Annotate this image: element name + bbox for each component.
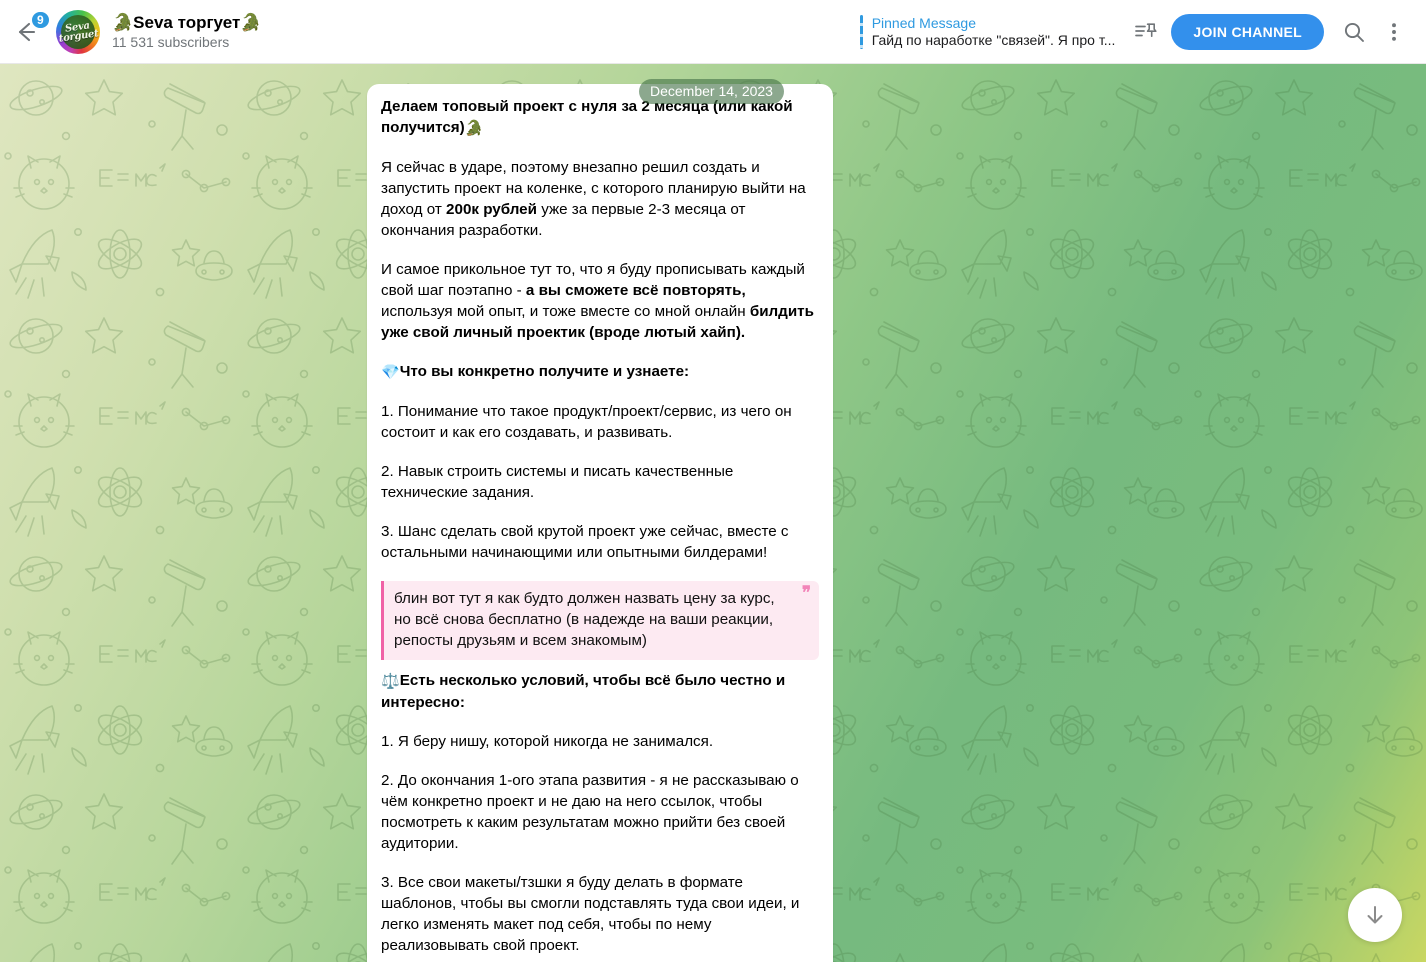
subscriber-count: 11 531 subscribers: [112, 33, 230, 50]
avatar-initials: Seva torguet: [56, 10, 100, 54]
page-title: 🐊Seva торгует🐊: [112, 12, 262, 32]
pinned-message-label: Pinned Message: [871, 14, 976, 31]
benefit-item-2: 2. Навык строить системы и писать качест…: [381, 463, 734, 501]
message-container: December 14, 2023 Делаем топовый проект …: [367, 79, 833, 962]
blockquote[interactable]: ❞ блин вот тут я как будто должен назват…: [381, 581, 819, 660]
unread-count-badge: 9: [30, 9, 51, 30]
search-button[interactable]: [1334, 12, 1374, 52]
conditions-heading: ⚖️Есть несколько условий, чтобы всё было…: [381, 670, 819, 713]
more-vertical-icon: [1392, 22, 1396, 41]
benefits-heading-text: Что вы конкретно получите и узнаете:: [399, 363, 690, 380]
pinned-messages-button[interactable]: [1125, 12, 1165, 52]
scroll-to-bottom-button[interactable]: [1348, 888, 1402, 942]
arrow-down-icon: [1367, 906, 1383, 924]
condition-item-3: 3. Все свои макеты/тзшки я буду делать в…: [381, 874, 800, 954]
condition-item-2: 2. До окончания 1-ого этапа развития - я…: [381, 772, 799, 852]
benefit-item-1: 1. Понимание что такое продукт/проект/се…: [381, 403, 792, 441]
conditions-heading-text: Есть несколько условий, чтобы всё было ч…: [381, 672, 786, 711]
para2-part-b: используя мой опыт, и тоже вместе со мно…: [381, 303, 750, 320]
pinned-messages-icon: [1135, 22, 1157, 37]
crocodile-icon: 🐊: [464, 119, 484, 137]
date-separator-badge: December 14, 2023: [639, 79, 784, 104]
search-icon: [1344, 22, 1364, 42]
pinned-texts: Pinned Message Гайд по наработке "связей…: [872, 15, 1116, 49]
para2-bold-1: а вы сможете всё повторять,: [525, 282, 746, 299]
blockquote-text: блин вот тут я как будто должен назвать …: [394, 590, 775, 649]
diamond-icon: 💎: [381, 363, 400, 381]
balance-scale-icon: ⚖️: [381, 672, 400, 690]
benefit-item-3: 3. Шанс сделать свой крутой проект уже с…: [381, 523, 789, 561]
pinned-indicator-bar: [859, 14, 863, 49]
pinned-message-preview: Гайд по наработке "связей". Я про т...: [871, 31, 1116, 48]
message-paragraph-2: И самое прикольное тут то, что я буду пр…: [381, 259, 819, 343]
join-channel-button[interactable]: JOIN CHANNEL: [1171, 13, 1324, 50]
chat-scroll-area[interactable]: December 14, 2023 Делаем топовый проект …: [0, 64, 1426, 962]
more-options-button[interactable]: [1374, 12, 1414, 52]
channel-info[interactable]: 🐊Seva торгует🐊 11 531 subscribers: [112, 13, 262, 51]
condition-item-1: 1. Я беру нишу, которой никогда не заним…: [381, 733, 714, 750]
pinned-message-banner[interactable]: Pinned Message Гайд по наработке "связей…: [859, 10, 1116, 54]
chat-header: 9 Seva torguet 🐊Seva торгует🐊 11 531 sub…: [0, 0, 1426, 64]
message-paragraph-1: Я сейчас в ударе, поэтому внезапно решил…: [381, 157, 819, 241]
quote-mark-icon: ❞: [801, 583, 811, 602]
benefits-heading: 💎Что вы конкретно получите и узнаете:: [381, 361, 819, 383]
telegram-channel-view: 9 Seva torguet 🐊Seva торгует🐊 11 531 sub…: [0, 0, 1426, 962]
back-button[interactable]: 9: [0, 0, 52, 64]
avatar[interactable]: Seva torguet: [56, 9, 100, 54]
para1-bold: 200к рублей: [446, 201, 537, 218]
message-bubble[interactable]: Делаем топовый проект с нуля за 2 месяца…: [367, 84, 833, 962]
